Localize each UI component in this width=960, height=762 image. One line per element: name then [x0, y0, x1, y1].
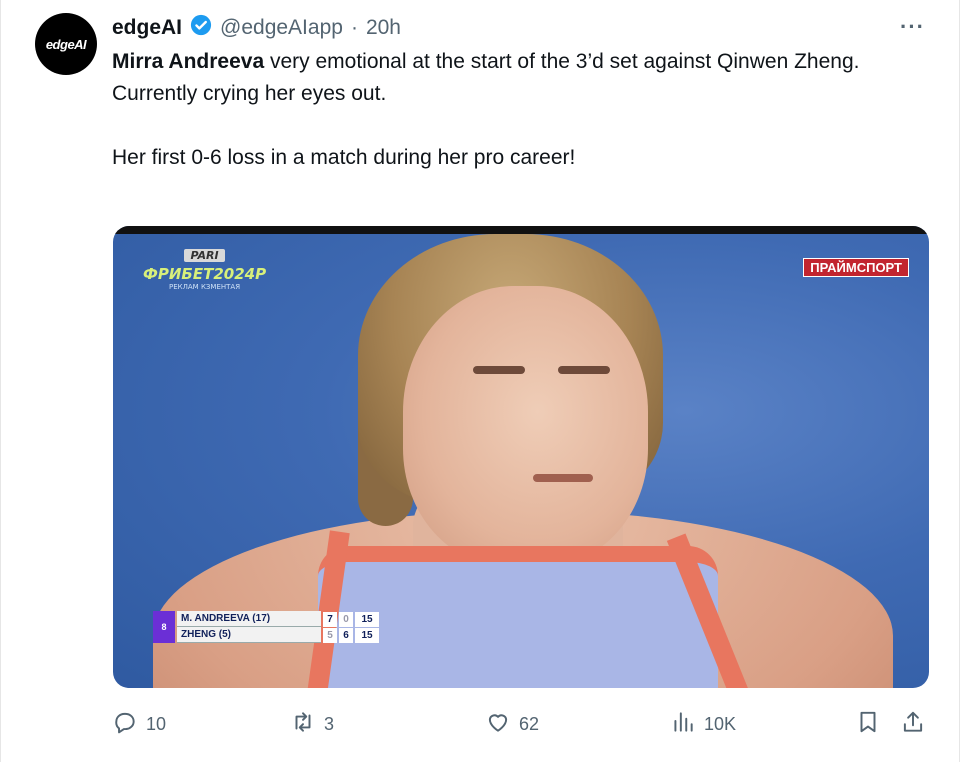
repost-count: 3	[324, 713, 335, 734]
verified-badge-icon	[190, 14, 212, 42]
scoreboard: 8 M. ANDREEVA (17) 7 0 15 ZHENG (5) 5 6 …	[153, 611, 379, 643]
scoreboard-row: M. ANDREEVA (17) 7 0 15	[153, 611, 379, 627]
heart-icon	[485, 709, 511, 740]
tweet-line-1-rest: very emotional at the start of the 3’d s…	[264, 50, 860, 73]
timestamp[interactable]: 20h	[366, 16, 401, 40]
scoreboard-set1: 5	[323, 627, 337, 643]
tweet-card: edgeAI edgeAI @edgeAIapp · 20h ··· Mirra…	[0, 0, 960, 762]
reply-count: 10	[146, 713, 167, 734]
broadcast-logo-sub: РЕКЛАМ КЗМЕНТАЯ	[169, 283, 241, 291]
views-count: 10K	[704, 713, 737, 734]
player-eye-left	[473, 366, 525, 374]
bookmark-button[interactable]	[855, 709, 881, 740]
scoreboard-points: 15	[355, 611, 379, 627]
scoreboard-points: 15	[355, 627, 379, 643]
more-options-icon[interactable]: ···	[900, 14, 925, 40]
broadcast-logo: PARI ФРИБЕТ2024Р РЕКЛАМ КЗМЕНТАЯ	[143, 244, 266, 291]
tweet-media-image[interactable]: PARI ФРИБЕТ2024Р РЕКЛАМ КЗМЕНТАЯ ПРАЙМСП…	[113, 226, 929, 688]
scoreboard-player-name: ZHENG (5)	[177, 627, 321, 643]
bookmark-icon	[855, 709, 881, 740]
views-button[interactable]: 10K	[670, 709, 736, 740]
player-eye-right	[558, 366, 610, 374]
analytics-icon	[670, 709, 696, 740]
tweet-actions-bar: 10 3 62 10K	[112, 706, 932, 742]
player-face	[403, 286, 648, 566]
repost-icon	[290, 709, 316, 740]
scoreboard-row: ZHENG (5) 5 6 15	[153, 627, 379, 643]
mentioned-player: Mirra Andreeva	[112, 50, 265, 73]
tweet-text: Mirra Andreeva very emotional at the sta…	[112, 46, 922, 174]
tweet-line-3: Her first 0-6 loss in a match during her…	[112, 146, 576, 169]
scoreboard-set2: 6	[339, 627, 353, 643]
share-button[interactable]	[900, 709, 926, 740]
reply-icon	[112, 709, 138, 740]
display-name[interactable]: edgeAI	[112, 16, 182, 40]
scoreboard-set1: 7	[323, 611, 337, 627]
media-top-bar	[113, 226, 929, 234]
player-mouth	[533, 474, 593, 482]
separator-dot: ·	[350, 16, 358, 39]
repost-button[interactable]: 3	[290, 709, 334, 740]
user-handle[interactable]: @edgeAIapp	[220, 16, 343, 40]
tweet-line-2: Currently crying her eyes out.	[112, 82, 387, 105]
share-icon	[900, 709, 926, 740]
broadcast-logo-small: PARI	[184, 249, 225, 262]
tweet-header: edgeAI @edgeAIapp · 20h	[112, 14, 401, 42]
avatar-text: edgeAI	[45, 36, 87, 52]
scoreboard-set2: 0	[339, 611, 353, 627]
scoreboard-player-name: M. ANDREEVA (17)	[177, 611, 321, 627]
reply-button[interactable]: 10	[112, 709, 166, 740]
scoreboard-badge: 8	[153, 611, 175, 643]
broadcast-logo-main: ФРИБЕТ2024Р	[143, 265, 267, 283]
like-count: 62	[519, 713, 540, 734]
avatar[interactable]: edgeAI	[35, 13, 97, 75]
like-button[interactable]: 62	[485, 709, 539, 740]
tweet-line-1: Mirra Andreeva very emotional at the sta…	[112, 46, 922, 78]
channel-logo: ПРАЙМСПОРТ	[803, 258, 909, 277]
